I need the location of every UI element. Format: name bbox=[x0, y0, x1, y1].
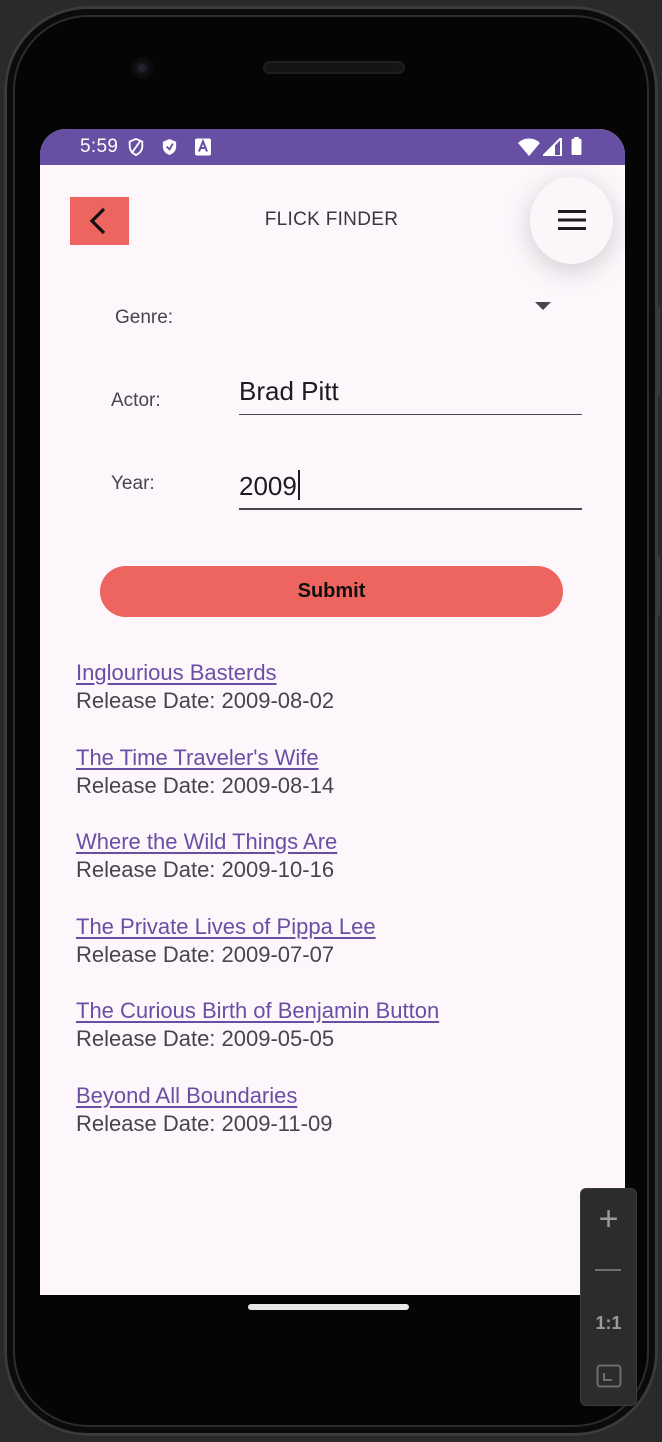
signal-icon bbox=[543, 138, 562, 156]
release-date: Release Date: 2009-08-02 bbox=[76, 688, 335, 713]
list-item: The Time Traveler's Wife Release Date: 2… bbox=[76, 744, 596, 829]
movie-link[interactable]: The Private Lives of Pippa Lee bbox=[76, 913, 596, 941]
status-time: 5:59 bbox=[80, 136, 119, 157]
front-camera bbox=[131, 57, 153, 79]
zoom-in-button[interactable]: + bbox=[581, 1199, 636, 1239]
genre-label: Genre: bbox=[115, 307, 174, 328]
movie-link[interactable]: Inglourious Basterds bbox=[76, 659, 596, 687]
release-date: Release Date: 2009-08-14 bbox=[76, 772, 335, 798]
status-bar: 5:59 bbox=[40, 129, 625, 165]
movie-link[interactable]: Where the Wild Things Are bbox=[76, 828, 596, 856]
zoom-out-button[interactable] bbox=[581, 1251, 636, 1291]
wifi-icon bbox=[518, 138, 540, 156]
phone-frame: 5:59 FLICK FINDER Genre: Actor: Brad Pit… bbox=[4, 6, 660, 1436]
hamburger-menu-icon bbox=[558, 210, 586, 230]
actor-value: Brad Pitt bbox=[239, 376, 339, 406]
movie-link[interactable]: Beyond All Boundaries bbox=[76, 1082, 596, 1110]
menu-button[interactable] bbox=[530, 177, 613, 264]
release-date: Release Date: 2009-11-09 bbox=[76, 1110, 333, 1136]
battery-icon bbox=[571, 137, 582, 155]
list-item: Where the Wild Things Are Release Date: … bbox=[76, 828, 596, 913]
list-item: Beyond All Boundaries Release Date: 2009… bbox=[76, 1082, 596, 1167]
a-badge-icon bbox=[195, 138, 211, 156]
actor-label: Actor: bbox=[111, 390, 161, 411]
home-gesture-bar[interactable] bbox=[248, 1304, 409, 1310]
results-list: Inglourious Basterds Release Date: 2009-… bbox=[76, 659, 596, 1166]
actor-input[interactable]: Brad Pitt bbox=[239, 370, 582, 415]
list-item: Inglourious Basterds Release Date: 2009-… bbox=[76, 659, 596, 744]
text-caret bbox=[297, 470, 300, 500]
genre-dropdown[interactable] bbox=[230, 284, 575, 324]
movie-link[interactable]: The Curious Birth of Benjamin Button bbox=[76, 997, 596, 1025]
minus-icon bbox=[595, 1269, 621, 1271]
year-value: 2009 bbox=[239, 471, 297, 501]
release-date: Release Date: 2009-10-16 bbox=[76, 857, 335, 882]
earpiece-speaker bbox=[263, 61, 405, 74]
list-item: The Curious Birth of Benjamin Button Rel… bbox=[76, 997, 596, 1082]
submit-button[interactable]: Submit bbox=[100, 566, 563, 617]
dropdown-arrow-icon[interactable] bbox=[535, 302, 551, 310]
release-date: Release Date: 2009-07-07 bbox=[76, 941, 335, 967]
emulator-zoom-panel: + 1:1 bbox=[580, 1188, 637, 1406]
release-date: Release Date: 2009-05-05 bbox=[76, 1026, 335, 1051]
shield-icon bbox=[162, 138, 177, 156]
year-input[interactable]: 2009 bbox=[239, 464, 582, 510]
fit-screen-icon bbox=[596, 1364, 621, 1388]
volume-button bbox=[655, 306, 660, 396]
power-button bbox=[655, 556, 660, 616]
zoom-reset-button[interactable]: 1:1 bbox=[581, 1311, 636, 1335]
year-label: Year: bbox=[111, 473, 155, 494]
privacy-icon bbox=[128, 138, 144, 156]
fit-screen-button[interactable] bbox=[581, 1361, 636, 1391]
list-item: The Private Lives of Pippa Lee Release D… bbox=[76, 913, 596, 998]
app-screen: 5:59 FLICK FINDER Genre: Actor: Brad Pit… bbox=[40, 129, 625, 1295]
movie-link[interactable]: The Time Traveler's Wife bbox=[76, 744, 596, 772]
year-value-wrap: 2009 bbox=[239, 470, 300, 502]
